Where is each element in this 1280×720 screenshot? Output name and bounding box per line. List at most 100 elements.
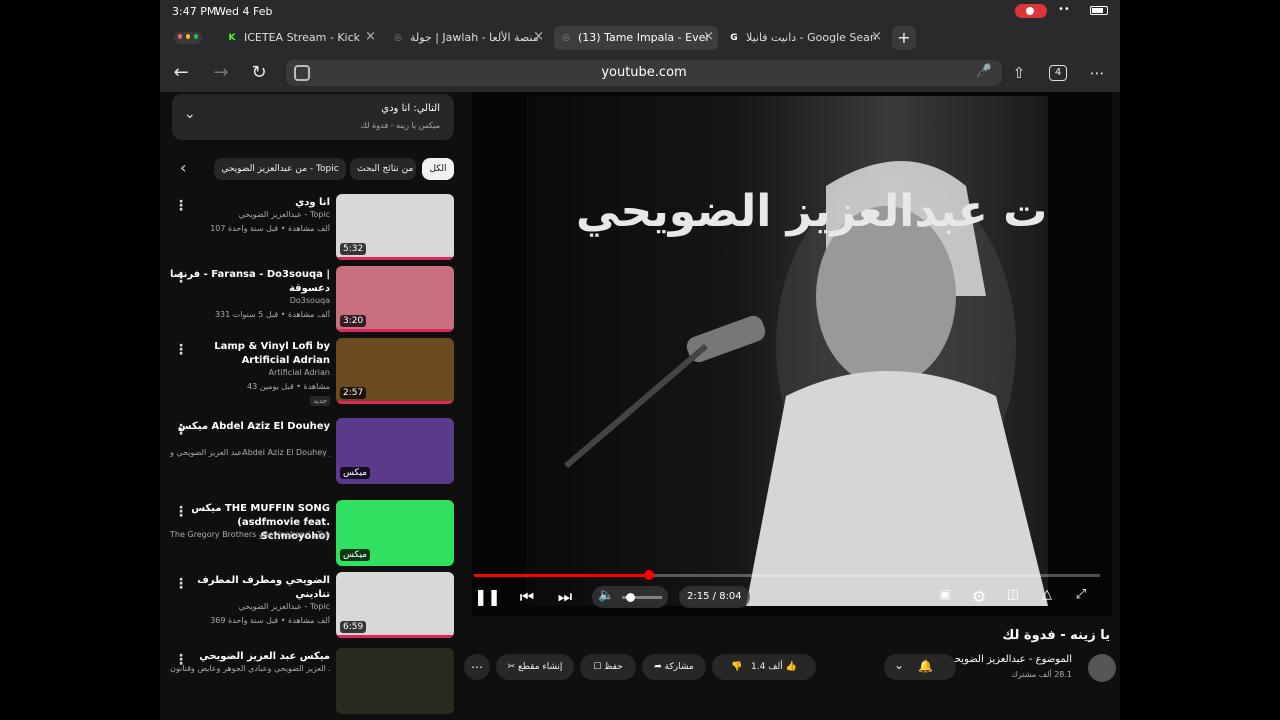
volume-handle[interactable] (626, 593, 635, 602)
back-button[interactable]: ← (168, 62, 194, 84)
clip-label: إنشاء مقطع (518, 662, 563, 672)
video-thumbnail[interactable]: 5:32 (336, 194, 454, 260)
tab-overview-button[interactable]: 4 (1049, 65, 1067, 81)
share-icon[interactable]: ⇧ (1006, 62, 1032, 84)
speaker-icon[interactable]: 🔈 (598, 588, 614, 603)
browser-toolbar: ← → ↻ youtube.com 🎤 ⇧ 4 ⋯ (160, 54, 1120, 92)
playlist-item[interactable]: ⋮ ميكس ميكس THE MUFFIN SONG (asdfmovie f… (160, 500, 460, 572)
pause-button[interactable]: ❚❚ (474, 587, 501, 609)
bookmark-icon: ☐ (593, 662, 602, 672)
current-time: 2:15 (687, 591, 710, 602)
notification-settings[interactable]: ⌄ 🔔 (884, 654, 956, 680)
filter-chip[interactable]: من عبدالعزيز الضويحي - Topic (214, 158, 346, 180)
captions-icon[interactable]: ▣ (934, 587, 956, 609)
channel-name: Artificial Adrian (268, 368, 330, 377)
save-button[interactable]: ☐ حفظ (580, 654, 636, 680)
duration-badge: ميكس (340, 467, 370, 479)
close-tab-icon[interactable]: × (703, 29, 714, 44)
video-title: الضويحي ومطرف المطرف تناديني (197, 575, 330, 600)
video-meta: 43 مشاهدة • قبل يومين (247, 382, 330, 391)
video-thumbnail[interactable]: 3:20 (336, 266, 454, 332)
dislike-icon[interactable]: 👎 (731, 662, 742, 672)
duration-badge: ميكس (340, 549, 370, 561)
channel-name: عبدالعزيز الضويحي - Topic (238, 210, 330, 219)
clip-button[interactable]: ✂ إنشاء مقطع (496, 654, 574, 680)
browser-tab[interactable]: ◎ (13) Tame Impala - Even × (554, 26, 718, 50)
new-badge: جديد (310, 396, 330, 406)
scrubber-handle[interactable] (643, 570, 654, 580)
playlist-item[interactable]: ⋮ 2:57 Lamp & Vinyl Lofi by Artificial A… (160, 338, 460, 410)
settings-gear-icon[interactable]: ⚙ (968, 587, 990, 609)
volume-control[interactable]: 🔈 (592, 586, 668, 608)
browser-tab[interactable]: K ICETEA Stream - Kick × (220, 26, 380, 50)
up-next-panel[interactable]: ⌄ التالي: انا ودي ميكس يا زينه - فدوة لك (172, 94, 454, 140)
forward-button[interactable]: → (208, 62, 234, 84)
playlist-item[interactable]: ⋮ 6:59 الضويحي ومطرف المطرف تناديني عبدا… (160, 572, 460, 644)
duration-badge: 6:59 (340, 621, 367, 633)
tab-title: (13) Tame Impala - Even (578, 31, 708, 44)
share-arrow-icon: ➦ (654, 662, 662, 672)
video-thumbnail[interactable]: ميكس (336, 500, 454, 566)
playlist-item[interactable]: ⋮ ميكس ميكس Abdel Aziz El Douhey عبد الع… (160, 418, 460, 490)
more-menu-icon[interactable]: ⋯ (1084, 62, 1110, 84)
share-button[interactable]: ➦ مشاركة (642, 654, 706, 680)
date: Wed 4 Feb (215, 5, 273, 18)
filter-chip[interactable]: من نتائج البحث (350, 158, 416, 180)
window-controls[interactable] (174, 32, 202, 44)
total-time: 8:04 (719, 591, 742, 602)
more-actions-icon[interactable]: ⋯ (464, 654, 490, 680)
url-text: youtube.com (601, 65, 687, 80)
share-label: مشاركة (664, 662, 694, 672)
new-tab-button[interactable]: + (892, 26, 916, 50)
next-button[interactable]: ⏭ (554, 587, 576, 609)
tab-title: دانيت فانيلا - Google Search (746, 31, 876, 44)
video-thumbnail[interactable]: ميكس (336, 418, 454, 484)
reload-button[interactable]: ↻ (246, 62, 272, 84)
microphone-icon[interactable]: 🎤 (976, 64, 992, 79)
like-icon[interactable]: 👍 (786, 662, 797, 672)
playlist-item[interactable]: ⋮ 5:32 انا ودي عبدالعزيز الضويحي - Topic… (160, 194, 460, 266)
video-title: انا ودي (295, 197, 330, 208)
filter-chips: ‹ الكل من نتائج البحث من عبدالعزيز الضويحي… (172, 156, 454, 182)
video-thumbnail[interactable]: 2:57 (336, 338, 454, 404)
chevron-down-icon[interactable]: ⌄ (184, 106, 196, 122)
favicon-icon: ◎ (562, 33, 570, 43)
close-tab-icon[interactable]: × (871, 29, 882, 44)
watched-progress (336, 257, 454, 260)
chevron-left-icon[interactable]: ‹ (180, 158, 186, 177)
watched-progress (336, 401, 454, 404)
scissors-icon: ✂ (507, 662, 516, 672)
playlist-item[interactable]: ⋮ ميكس عبد العزيز الضويحي عبد العزيز الض… (160, 648, 460, 720)
close-tab-icon[interactable]: × (365, 29, 376, 44)
channel-name: عبدالعزيز الضويحي - Topic (238, 602, 330, 611)
address-bar[interactable]: youtube.com 🎤 (286, 60, 1002, 86)
close-tab-icon[interactable]: × (533, 29, 544, 44)
previous-button[interactable]: ⏮ (516, 587, 538, 609)
video-title: يا زينه - فدوة لك (1002, 628, 1110, 643)
playlist-item[interactable]: ⋮ 3:20 فرنصا - Faransa - Do3souqa | دعسو… (160, 266, 460, 338)
up-next-label: التالي: انا ودي (381, 103, 440, 114)
browser-tab[interactable]: G دانيت فانيلا - Google Search × (722, 26, 886, 50)
progress-bar[interactable] (474, 570, 1100, 580)
video-title: ميكس Abdel Aziz El Douhey (177, 421, 330, 432)
filter-chip[interactable]: الكل (422, 158, 454, 180)
video-thumbnail[interactable] (336, 648, 454, 714)
video-player[interactable]: جلسات عبدالعزيز الضويحي ❚❚ ⏮ ⏭ 🔈 2:15 / … (472, 92, 1112, 616)
wifi-icon: •• (1058, 4, 1070, 15)
tab-bar: K ICETEA Stream - Kick × ◎ جولة | Jawlah … (160, 22, 1120, 54)
browser-tab[interactable]: ◎ جولة | Jawlah - منصة الألعا × (386, 26, 548, 50)
watched-progress (336, 329, 454, 332)
video-frame: جلسات عبدالعزيز الضويحي (526, 96, 1048, 606)
airplay-icon[interactable]: △ (1036, 587, 1058, 609)
duration-badge: 3:20 (340, 315, 367, 327)
video-artwork: جلسات عبدالعزيز الضويحي (564, 161, 1048, 606)
save-label: حفظ (604, 662, 623, 672)
favicon-icon: ◎ (394, 33, 402, 43)
miniplayer-icon[interactable]: ◫ (1002, 587, 1024, 609)
bell-icon: 🔔 (918, 659, 933, 673)
duration-badge: 5:32 (340, 243, 367, 255)
fullscreen-icon[interactable]: ⤢ (1070, 587, 1092, 609)
up-next-subtitle: ميكس يا زينه - فدوة لك (360, 121, 440, 130)
favicon-icon: K (228, 33, 236, 43)
video-thumbnail[interactable]: 6:59 (336, 572, 454, 638)
